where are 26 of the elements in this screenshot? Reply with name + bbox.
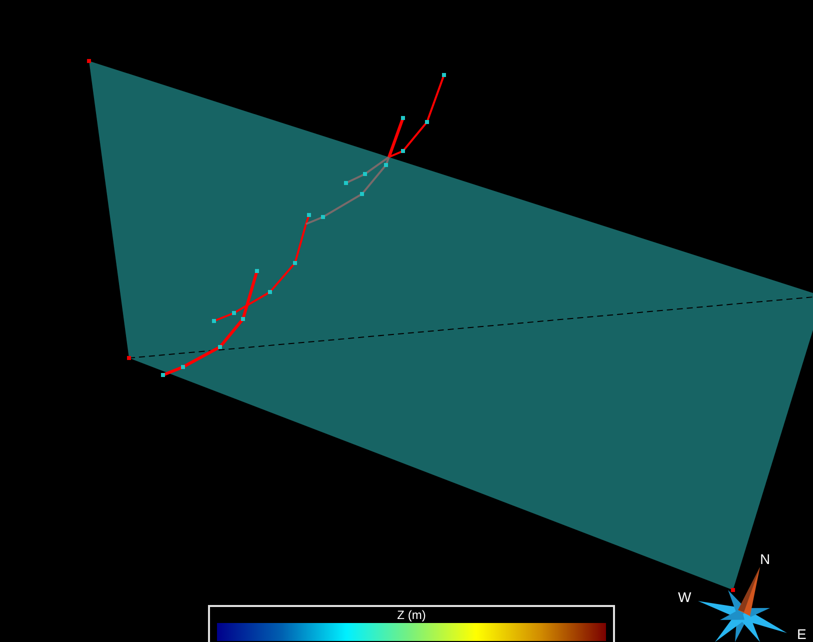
corner-marker bbox=[127, 356, 131, 360]
survey-point-marker bbox=[181, 365, 185, 369]
survey-point-marker bbox=[425, 120, 429, 124]
survey-point-marker bbox=[321, 215, 325, 219]
survey-point-marker bbox=[212, 319, 216, 323]
survey-point-marker bbox=[363, 172, 367, 176]
survey-point-marker bbox=[442, 73, 446, 77]
north-label: N bbox=[760, 552, 770, 566]
survey-point-marker bbox=[232, 311, 236, 315]
survey-point-marker bbox=[384, 163, 388, 167]
corner-marker bbox=[87, 59, 91, 63]
corner-marker bbox=[731, 588, 735, 592]
west-label: W bbox=[678, 590, 692, 604]
colorbar-title: Z (m) bbox=[397, 608, 426, 622]
survey-point-marker bbox=[307, 213, 311, 217]
survey-point-marker bbox=[241, 317, 245, 321]
survey-point-marker bbox=[344, 181, 348, 185]
survey-point-marker bbox=[401, 116, 405, 120]
east-label: E bbox=[797, 627, 806, 641]
survey-point-marker bbox=[255, 269, 259, 273]
survey-point-marker bbox=[360, 192, 364, 196]
survey-point-marker bbox=[401, 149, 405, 153]
survey-point-marker bbox=[293, 261, 297, 265]
survey-point-marker bbox=[161, 373, 165, 377]
survey-point-marker bbox=[218, 345, 222, 349]
survey-point-marker bbox=[268, 290, 272, 294]
